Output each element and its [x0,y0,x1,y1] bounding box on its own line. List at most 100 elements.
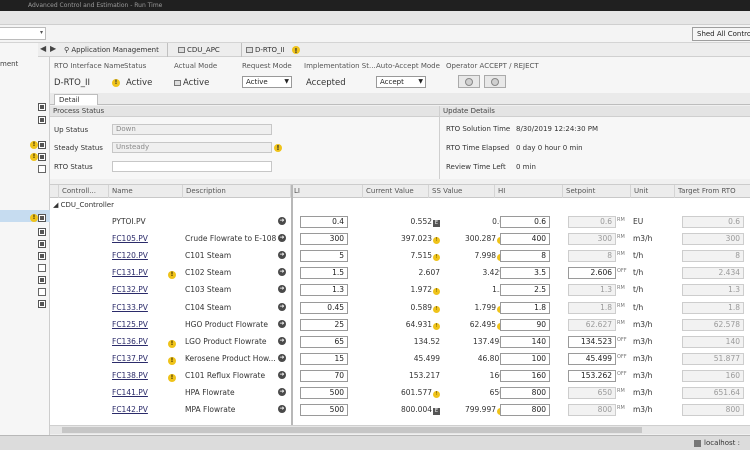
li-input[interactable]: 300 [300,233,348,246]
controller-node-icon[interactable] [38,103,46,111]
warning-icon[interactable]: ! [30,141,38,149]
hi-input[interactable]: 160 [500,369,550,382]
controller-node-icon[interactable] [38,240,46,248]
controller-node-icon[interactable] [38,141,46,149]
forward-arrow-icon[interactable]: ▶ [50,44,56,53]
empty-node-icon[interactable] [38,288,46,296]
table-row[interactable]: FC142.PV MPA Flowrate ➜ 500 800.004E799.997!… [50,401,750,418]
breadcrumb-d-rto-ii[interactable]: D-RTO_II [246,45,285,55]
hi-input[interactable]: 3.5 [500,267,550,280]
controller-node-icon[interactable] [38,276,46,284]
table-row[interactable]: FC137.PV! Kerosene Product How... ➜ 15 45.49… [50,350,750,367]
hi-input[interactable]: 8 [500,250,550,263]
setpoint-input[interactable]: 800 [568,404,616,417]
empty-node-icon[interactable] [38,264,46,272]
row-name[interactable]: FC131.PV [112,267,148,278]
table-row[interactable]: FC141.PV HPA Flowrate ➜ 500 601.577! 650 800 65… [50,384,750,401]
grid-group-row[interactable]: ◢ CDU_Controller [53,199,114,212]
hi-input[interactable]: 0.6 [500,216,550,228]
request-mode-select[interactable]: Active ▼ [242,76,292,88]
go-arrow-icon[interactable]: ➜ [278,405,286,414]
row-name[interactable]: FC125.PV [112,319,148,330]
setpoint-input[interactable]: 1.3 [568,284,616,297]
controller-node-icon[interactable] [38,214,46,222]
context-combo[interactable]: ▾ [0,27,46,40]
go-arrow-icon[interactable]: ➜ [278,251,286,260]
column-header[interactable]: Controll... [58,185,96,198]
setpoint-input[interactable]: 300 [568,233,616,246]
go-arrow-icon[interactable]: ➜ [278,319,286,328]
column-header[interactable]: Unit [630,185,648,198]
li-input[interactable]: 500 [300,404,348,417]
li-input[interactable]: 0.45 [300,301,348,314]
li-input[interactable]: 25 [300,318,348,331]
table-row[interactable]: FC133.PVC104 Steam➜0.450.589!1.799!1.81.… [50,299,750,316]
setpoint-input[interactable]: 1.8 [568,301,616,314]
li-input[interactable]: 1.5 [300,267,348,280]
column-header[interactable]: HI [494,185,505,198]
controller-node-icon[interactable] [38,300,46,308]
go-arrow-icon[interactable]: ➜ [278,370,286,379]
setpoint-input[interactable]: 153.262 [568,369,616,382]
hi-input[interactable]: 90 [500,318,550,331]
li-input[interactable]: 70 [300,369,348,382]
scrollbar-thumb[interactable] [62,427,642,433]
row-name[interactable]: FC137.PV [112,353,148,364]
li-input[interactable]: 5 [300,250,348,263]
table-row[interactable]: FC120.PVC101 Steam➜57.515!7.998!88RMt/h8 [50,247,750,264]
accept-button[interactable] [458,75,480,88]
row-name[interactable]: FC120.PV [112,250,148,261]
horizontal-scrollbar[interactable] [50,425,750,434]
go-arrow-icon[interactable]: ➜ [278,285,286,294]
hi-input[interactable]: 2.5 [500,284,550,297]
hi-input[interactable]: 800 [500,387,550,399]
go-arrow-icon[interactable]: ➜ [278,268,286,277]
row-name[interactable]: FC105.PV [112,233,148,244]
row-name[interactable]: FC132.PV [112,284,148,295]
table-row[interactable]: FC131.PV! C102 Steam ➜ 1.5 2.607 3.429 3.5 2.60… [50,264,750,281]
li-input[interactable]: 0.4 [300,216,348,228]
setpoint-input[interactable]: 650 [568,387,616,399]
row-name[interactable]: PYTOI.PV [112,216,146,227]
breadcrumb-application-management[interactable]: ⚲ Application Management [64,45,159,55]
go-arrow-icon[interactable]: ➜ [278,336,286,345]
back-arrow-icon[interactable]: ◀ [40,44,46,53]
table-row[interactable]: FC132.PV C103 Steam ➜ 1.3 1.972! 1.3 2.5 1.3 RM t… [50,281,750,298]
hi-input[interactable]: 140 [500,335,550,348]
go-arrow-icon[interactable]: ➜ [278,353,286,362]
hi-input[interactable]: 100 [500,352,550,365]
go-arrow-icon[interactable]: ➜ [278,388,286,396]
go-arrow-icon[interactable]: ➜ [278,234,286,243]
column-header[interactable]: Current Value [362,185,414,198]
table-row[interactable]: FC138.PV! C101 Reflux Flowrate ➜ 70 153.217 1… [50,367,750,384]
column-header[interactable]: Target From RTO [674,185,736,198]
column-header[interactable]: SS Value [428,185,462,198]
collapse-triangle-icon[interactable]: ◢ [53,201,58,209]
li-input[interactable]: 15 [300,352,348,365]
row-name[interactable]: FC138.PV [112,370,148,381]
warning-icon[interactable]: ! [30,214,38,222]
li-input[interactable]: 500 [300,387,348,399]
table-row[interactable]: PYTOI.PV ➜ 0.4 0.552 E 0.6 0.6 0.6 RM EU 0.6 [50,213,750,230]
li-input[interactable]: 65 [300,335,348,348]
setpoint-input[interactable]: 2.606 [568,267,616,280]
row-name[interactable]: FC142.PV [112,404,148,415]
reject-button[interactable] [484,75,506,88]
hi-input[interactable]: 400 [500,233,550,246]
table-row[interactable]: FC136.PV! LGO Product Flowrate ➜ 65 134.52 13… [50,333,750,350]
setpoint-input[interactable]: 134.523 [568,335,616,348]
warning-icon[interactable]: ! [30,153,38,161]
table-row[interactable]: FC125.PV HGO Product Flowrate ➜ 25 64.931! 62… [50,316,750,333]
row-name[interactable]: FC141.PV [112,387,148,398]
tab-detail[interactable]: Detail [54,94,98,105]
row-name[interactable]: FC133.PV [112,302,148,313]
empty-node-icon[interactable] [38,165,46,173]
table-row[interactable]: FC105.PV Crude Flowrate to E-108 ➜ 300 397.0… [50,230,750,247]
hi-input[interactable]: 1.8 [500,301,550,314]
li-input[interactable]: 1.3 [300,284,348,297]
setpoint-input[interactable]: 62.627 [568,318,616,331]
setpoint-input[interactable]: 8 [568,250,616,263]
column-splitter[interactable] [291,185,293,431]
go-arrow-icon[interactable]: ➜ [278,302,286,311]
column-header[interactable]: Description [182,185,226,198]
